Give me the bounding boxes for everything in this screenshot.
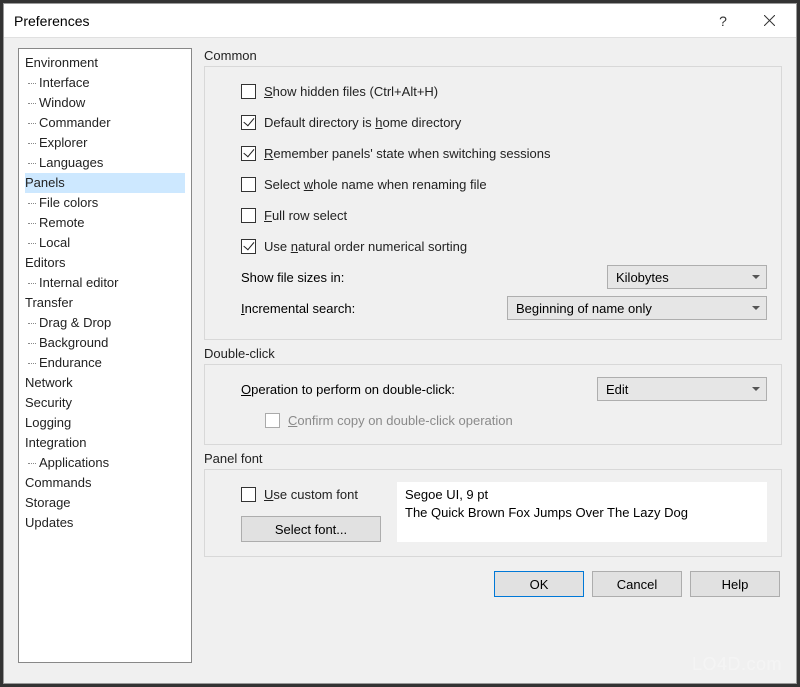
ok-button[interactable]: OK [494,571,584,597]
checkbox-natural-sort[interactable]: Use natural order numerical sorting [241,234,767,258]
tree-item-logging[interactable]: Logging [25,413,185,433]
close-icon[interactable] [746,6,792,36]
tree-item-security[interactable]: Security [25,393,185,413]
chevron-down-icon [752,306,760,310]
checkbox-label: Use custom font [264,487,358,502]
checkbox-label: Default directory is home directory [264,115,461,130]
tree-item-panels[interactable]: Panels [25,173,185,193]
checkbox-select-whole[interactable]: Select whole name when renaming file [241,172,767,196]
tree-item-background[interactable]: Background [25,333,185,353]
tree-item-commander[interactable]: Commander [25,113,185,133]
field-label: Operation to perform on double-click: [241,382,597,397]
tree-item-local[interactable]: Local [25,233,185,253]
tree-item-integration[interactable]: Integration [25,433,185,453]
tree-item-commands[interactable]: Commands [25,473,185,493]
checkbox-label: Full row select [264,208,347,223]
select-incremental-search[interactable]: Beginning of name only [507,296,767,320]
field-dblclick-operation: Operation to perform on double-click: Ed… [241,377,767,401]
checkbox-icon [241,208,256,223]
tree-item-storage[interactable]: Storage [25,493,185,513]
group-box-common: Show hidden files (Ctrl+Alt+H) Default d… [204,66,782,340]
help-button[interactable]: Help [690,571,780,597]
tree-item-applications[interactable]: Applications [25,453,185,473]
tree-item-languages[interactable]: Languages [25,153,185,173]
field-show-sizes: Show file sizes in: Kilobytes [241,265,767,289]
select-dblclick-operation[interactable]: Edit [597,377,767,401]
checkbox-label: Show hidden files (Ctrl+Alt+H) [264,84,438,99]
checkbox-icon [241,146,256,161]
help-icon[interactable]: ? [700,6,746,36]
tree-item-network[interactable]: Network [25,373,185,393]
group-common: Common Show hidden files (Ctrl+Alt+H) De… [204,48,782,340]
tree-item-editors[interactable]: Editors [25,253,185,273]
checkbox-remember-panels[interactable]: Remember panels' state when switching se… [241,141,767,165]
checkbox-show-hidden[interactable]: Show hidden files (Ctrl+Alt+H) [241,79,767,103]
group-panel-font: Panel font Use custom font Select font..… [204,451,782,557]
group-double-click: Double-click Operation to perform on dou… [204,346,782,445]
group-box-doubleclick: Operation to perform on double-click: Ed… [204,364,782,445]
chevron-down-icon [752,275,760,279]
group-title-doubleclick: Double-click [204,346,782,361]
select-font-button[interactable]: Select font... [241,516,381,542]
tree-item-interface[interactable]: Interface [25,73,185,93]
tree-item-file-colors[interactable]: File colors [25,193,185,213]
checkbox-icon [241,177,256,192]
dialog-footer: OK Cancel Help [204,563,782,599]
checkbox-icon [241,115,256,130]
tree-item-drag-drop[interactable]: Drag & Drop [25,313,185,333]
group-title-common: Common [204,48,782,63]
tree-item-internal-editor[interactable]: Internal editor [25,273,185,293]
tree-item-updates[interactable]: Updates [25,513,185,533]
group-box-panelfont: Use custom font Select font... Segoe UI,… [204,469,782,557]
checkbox-icon [241,239,256,254]
field-label: Incremental search: [241,301,507,316]
tree-item-environment[interactable]: Environment [25,53,185,73]
checkbox-default-dir[interactable]: Default directory is home directory [241,110,767,134]
group-title-panelfont: Panel font [204,451,782,466]
chevron-down-icon [752,387,760,391]
checkbox-confirm-copy: Confirm copy on double-click operation [265,408,767,432]
cancel-button[interactable]: Cancel [592,571,682,597]
preferences-dialog: Preferences ? EnvironmentInterfaceWindow… [3,3,797,684]
tree-item-explorer[interactable]: Explorer [25,133,185,153]
checkbox-label: Select whole name when renaming file [264,177,487,192]
checkbox-label: Use natural order numerical sorting [264,239,467,254]
tree-item-remote[interactable]: Remote [25,213,185,233]
checkbox-label: Remember panels' state when switching se… [264,146,550,161]
checkbox-icon [241,84,256,99]
checkbox-label: Confirm copy on double-click operation [288,413,513,428]
checkbox-use-custom-font[interactable]: Use custom font [241,482,381,506]
checkbox-icon [265,413,280,428]
category-tree[interactable]: EnvironmentInterfaceWindowCommanderExplo… [18,48,192,663]
settings-panel: Common Show hidden files (Ctrl+Alt+H) De… [204,48,782,675]
titlebar: Preferences ? [4,4,796,38]
tree-item-window[interactable]: Window [25,93,185,113]
field-label: Show file sizes in: [241,270,607,285]
font-preview-sample: The Quick Brown Fox Jumps Over The Lazy … [405,504,759,522]
checkbox-icon [241,487,256,502]
dialog-body: EnvironmentInterfaceWindowCommanderExplo… [4,38,796,683]
select-show-sizes[interactable]: Kilobytes [607,265,767,289]
tree-item-transfer[interactable]: Transfer [25,293,185,313]
field-incremental-search: Incremental search: Beginning of name on… [241,296,767,320]
font-preview-name: Segoe UI, 9 pt [405,486,759,504]
window-title: Preferences [14,13,700,29]
checkbox-full-row[interactable]: Full row select [241,203,767,227]
font-left-column: Use custom font Select font... [241,482,381,542]
font-preview: Segoe UI, 9 pt The Quick Brown Fox Jumps… [397,482,767,542]
tree-item-endurance[interactable]: Endurance [25,353,185,373]
